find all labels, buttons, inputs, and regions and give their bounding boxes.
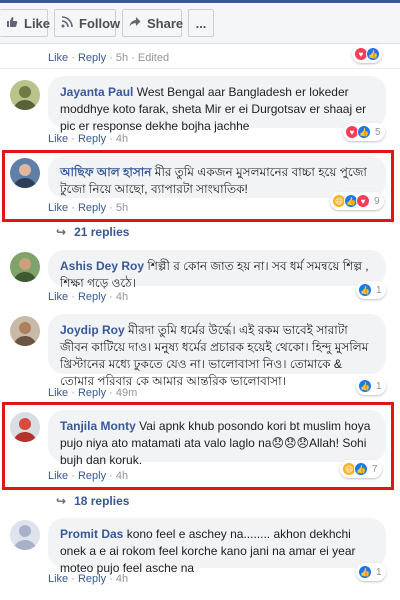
comment-bubble: Jayanta Paul West Bengal aar Bangladesh … bbox=[48, 76, 386, 133]
like-reaction-icon: 👍 bbox=[358, 565, 372, 579]
avatar[interactable] bbox=[10, 158, 40, 188]
timestamp: 4h bbox=[115, 133, 129, 145]
more-options-label: ... bbox=[195, 15, 207, 31]
timestamp: 4h bbox=[115, 291, 129, 303]
comment-meta: Like · Reply · 4h bbox=[48, 573, 129, 585]
comment-author[interactable]: Ashis Dey Roy bbox=[60, 259, 144, 273]
timestamp: 4h bbox=[115, 470, 129, 482]
comment-meta: Like · Reply · 4h bbox=[48, 133, 129, 145]
avatar[interactable] bbox=[10, 412, 40, 442]
like-reaction-icon: 👍 bbox=[357, 125, 371, 139]
reaction-count: 1 bbox=[376, 284, 382, 296]
edited-label: Edited bbox=[137, 52, 170, 64]
timestamp: 4h bbox=[115, 573, 129, 585]
comment-meta: Like · Reply · 49m bbox=[48, 387, 138, 399]
comment-bubble: Tanjila Monty Vai apnk khub posondo kori… bbox=[48, 410, 386, 467]
reaction-count: 9 bbox=[374, 195, 380, 207]
comment-author[interactable]: Tanjila Monty bbox=[60, 419, 136, 433]
post-action-bar: Like Follow Share ... bbox=[0, 0, 400, 44]
reply-link[interactable]: Reply bbox=[78, 387, 106, 399]
reaction-summary[interactable]: ♥ 👍 bbox=[352, 45, 382, 63]
like-post-button[interactable]: Like bbox=[0, 9, 51, 37]
reaction-summary[interactable]: 😆 👍 7 bbox=[340, 460, 382, 478]
reaction-count: 1 bbox=[376, 380, 382, 392]
replies-count: 18 replies bbox=[74, 494, 130, 508]
reaction-summary[interactable]: 👍 1 bbox=[356, 281, 386, 299]
reaction-count: 5 bbox=[375, 126, 381, 138]
comment-bubble: Promit Das kono feel e aschey na........… bbox=[48, 518, 386, 575]
thumbs-up-icon bbox=[6, 16, 18, 31]
comment-author[interactable]: Promit Das bbox=[60, 527, 123, 541]
avatar[interactable] bbox=[10, 520, 40, 550]
reply-arrow-icon: ↪ bbox=[56, 225, 67, 239]
rss-icon bbox=[61, 15, 73, 31]
share-arrow-icon bbox=[129, 16, 141, 31]
share-button[interactable]: Share bbox=[122, 9, 184, 37]
reply-link[interactable]: Reply bbox=[78, 470, 106, 482]
like-link[interactable]: Like bbox=[48, 52, 68, 64]
timestamp: 5h bbox=[115, 52, 129, 64]
reply-arrow-icon: ↪ bbox=[56, 494, 67, 508]
replies-count: 21 replies bbox=[74, 225, 130, 239]
reaction-summary[interactable]: ♥ 👍 5 bbox=[343, 123, 385, 141]
reply-link[interactable]: Reply bbox=[78, 133, 106, 145]
like-reaction-icon: 👍 bbox=[358, 379, 372, 393]
top-accent-line bbox=[0, 0, 400, 3]
view-replies-link[interactable]: ↪ 21 replies bbox=[56, 225, 129, 239]
follow-label: Follow bbox=[79, 15, 121, 31]
comment-meta: Like · Reply · 4h bbox=[48, 291, 129, 303]
like-reaction-icon: 👍 bbox=[354, 462, 368, 476]
like-link[interactable]: Like bbox=[48, 291, 68, 303]
divider bbox=[0, 68, 400, 69]
comment-bubble: Ashis Dey Roy শিল্পী র কোন জাত হয় না। স… bbox=[48, 250, 386, 290]
reaction-summary[interactable]: 😆 👍 ♥ 9 bbox=[330, 192, 384, 210]
like-link[interactable]: Like bbox=[48, 133, 68, 145]
like-reaction-icon: 👍 bbox=[358, 283, 372, 297]
reaction-count: 1 bbox=[376, 566, 382, 578]
like-post-label: Like bbox=[24, 15, 51, 31]
like-link[interactable]: Like bbox=[48, 387, 68, 399]
share-label: Share bbox=[147, 15, 184, 31]
follow-button[interactable]: Follow bbox=[54, 9, 120, 37]
avatar[interactable] bbox=[10, 80, 40, 110]
comment-meta: Like · Reply · 4h bbox=[48, 470, 129, 482]
like-link[interactable]: Like bbox=[48, 470, 68, 482]
reply-link[interactable]: Reply bbox=[78, 291, 106, 303]
comment-meta: Like · Reply · 5h bbox=[48, 202, 129, 214]
love-reaction-icon: ♥ bbox=[356, 194, 370, 208]
reaction-summary[interactable]: 👍 1 bbox=[356, 563, 386, 581]
comment-bubble: Joydip Roy মীরদা তুমি ধর্মের উর্দ্ধে। এই… bbox=[48, 314, 386, 388]
comment-author[interactable]: Jayanta Paul bbox=[60, 85, 133, 99]
reply-link[interactable]: Reply bbox=[78, 202, 106, 214]
like-link[interactable]: Like bbox=[48, 573, 68, 585]
avatar[interactable] bbox=[10, 316, 40, 346]
timestamp: 5h bbox=[115, 202, 129, 214]
comment-author[interactable]: Joydip Roy bbox=[60, 323, 125, 337]
reply-link[interactable]: Reply bbox=[78, 573, 106, 585]
like-link[interactable]: Like bbox=[48, 202, 68, 214]
comment-author[interactable]: আছিফ আল হাসান bbox=[60, 165, 151, 179]
previous-comment-meta: Like · Reply · 5h · Edited bbox=[48, 52, 170, 64]
reaction-summary[interactable]: 👍 1 bbox=[356, 377, 386, 395]
timestamp: 49m bbox=[115, 387, 138, 399]
view-replies-link[interactable]: ↪ 18 replies bbox=[56, 494, 129, 508]
avatar[interactable] bbox=[10, 252, 40, 282]
more-options-button[interactable]: ... bbox=[188, 9, 214, 37]
reaction-count: 7 bbox=[372, 463, 378, 475]
reply-link[interactable]: Reply bbox=[78, 52, 106, 64]
like-reaction-icon: 👍 bbox=[366, 47, 380, 61]
